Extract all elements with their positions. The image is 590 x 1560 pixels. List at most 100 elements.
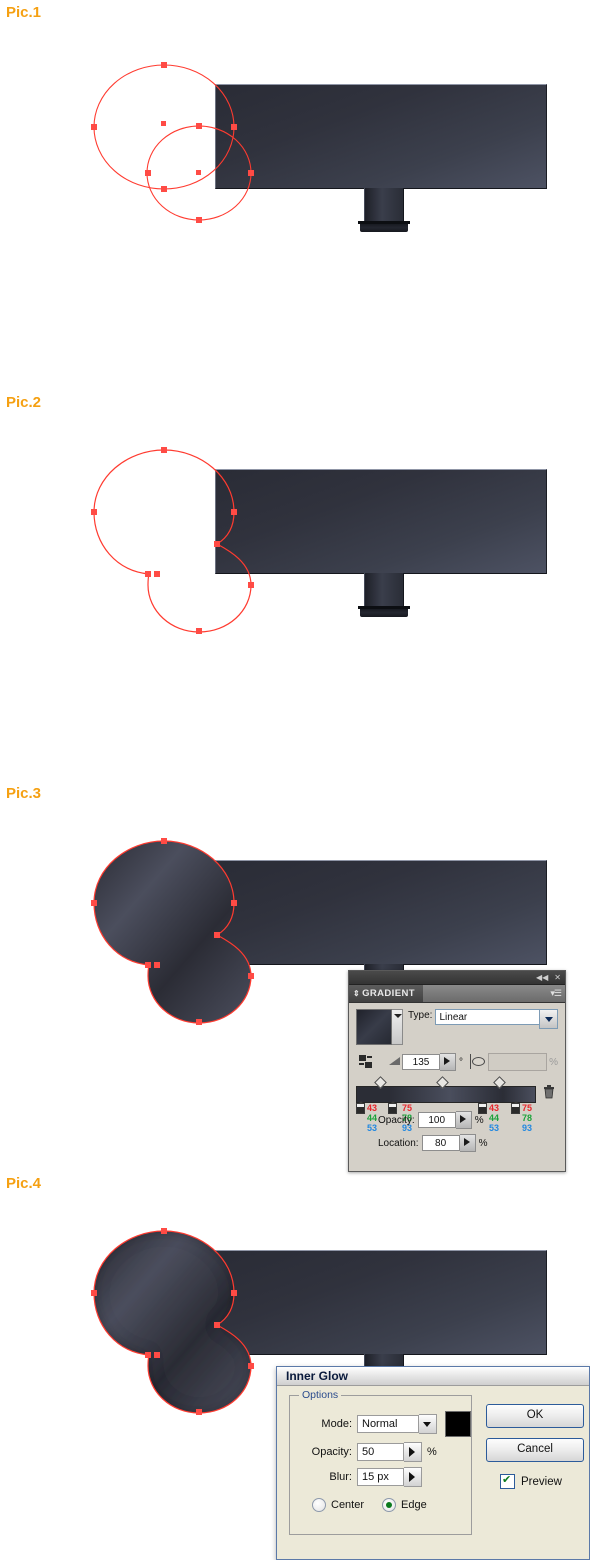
tabbar-filler: ▾☰ (422, 985, 565, 1002)
radio-edge-label: Edge (401, 1499, 427, 1511)
ok-button[interactable]: OK (486, 1404, 584, 1428)
aspect-ratio-input[interactable] (488, 1053, 548, 1071)
location-unit-label: % (478, 1137, 488, 1149)
stop-blue-value: 53 (489, 1123, 500, 1133)
stop-blue-value: 93 (522, 1123, 533, 1133)
collapse-icon[interactable]: ◀◀ (536, 973, 548, 982)
gradient-panel-titlebar[interactable]: ◀◀ ✕ (349, 971, 565, 985)
anchor-point[interactable] (248, 170, 254, 176)
anchor-point[interactable] (161, 186, 167, 192)
gradient-panel-body: Type: Linear 135 ° % 43 44 53 75 78 93 4… (349, 1003, 565, 1170)
anchor-point[interactable] (214, 541, 220, 547)
dialog-titlebar: Inner Glow (277, 1367, 589, 1386)
mode-label: Mode: (321, 1418, 352, 1430)
close-icon[interactable]: ✕ (554, 973, 561, 982)
anchor-point[interactable] (231, 509, 237, 515)
location-stepper-icon[interactable] (459, 1134, 476, 1152)
gradient-ramp[interactable] (356, 1086, 536, 1103)
chevron-down-icon[interactable] (419, 1414, 437, 1434)
blur-input[interactable]: 15 px (357, 1468, 404, 1486)
radio-center-label: Center (331, 1499, 365, 1511)
anchor-point[interactable] (196, 1409, 202, 1415)
delete-stop-icon[interactable] (542, 1084, 556, 1099)
location-label: Location: (378, 1137, 419, 1149)
reverse-gradient-icon[interactable] (359, 1054, 375, 1070)
anchor-point[interactable] (145, 1352, 151, 1358)
opacity-stepper-icon[interactable] (455, 1111, 472, 1129)
anchor-point[interactable] (161, 447, 167, 453)
anchor-point[interactable] (154, 1352, 160, 1358)
anchor-center-point[interactable] (196, 170, 201, 175)
opacity-input[interactable]: 50 (357, 1443, 404, 1461)
anchor-point[interactable] (231, 124, 237, 130)
anchor-point[interactable] (196, 1019, 202, 1025)
origin-radio-group: Center Edge (312, 1498, 471, 1512)
anchor-point[interactable] (161, 1228, 167, 1234)
gradient-stop[interactable] (356, 1101, 365, 1114)
inner-glow-dialog[interactable]: Inner Glow Options Mode: Normal Opacity:… (276, 1366, 590, 1560)
gradient-panel[interactable]: ◀◀ ✕ ⇕ GRADIENT ▾☰ Type: Linear 135 ° % … (348, 970, 566, 1172)
anchor-point[interactable] (161, 838, 167, 844)
angle-stepper-icon[interactable] (440, 1053, 456, 1071)
anchor-point[interactable] (248, 973, 254, 979)
panel-menu-icon[interactable]: ▾☰ (550, 988, 562, 999)
anchor-point[interactable] (214, 1322, 220, 1328)
glow-color-swatch[interactable] (445, 1411, 471, 1437)
radio-center[interactable]: Center (312, 1498, 364, 1512)
anchor-point[interactable] (145, 170, 151, 176)
aspect-unit-label: % (549, 1056, 558, 1068)
anchor-point[interactable] (248, 582, 254, 588)
united-path-outline[interactable] (93, 449, 252, 633)
opacity-unit-label: % (427, 1446, 437, 1458)
gradient-preset-dropdown-icon[interactable] (392, 1009, 403, 1045)
preview-label: Preview (521, 1475, 562, 1488)
anchor-point[interactable] (196, 217, 202, 223)
anchor-point[interactable] (248, 1363, 254, 1369)
options-legend: Options (299, 1389, 342, 1401)
anchor-point[interactable] (196, 123, 202, 129)
anchor-point[interactable] (91, 1290, 97, 1296)
anchor-point[interactable] (91, 900, 97, 906)
gradient-preview-swatch[interactable] (356, 1009, 392, 1045)
anchor-point[interactable] (231, 900, 237, 906)
opacity-unit-label: % (474, 1114, 484, 1126)
anchor-center-point[interactable] (161, 121, 166, 126)
blur-stepper-icon[interactable] (404, 1467, 422, 1487)
filled-path-with-inner-glow[interactable] (94, 1231, 251, 1413)
expand-collapse-icon: ⇕ (353, 989, 361, 998)
radio-edge[interactable]: Edge (382, 1498, 427, 1512)
anchor-point[interactable] (145, 962, 151, 968)
tab-gradient[interactable]: ⇕ GRADIENT (349, 985, 423, 1002)
opacity-stepper-icon[interactable] (404, 1442, 422, 1462)
checkbox-icon[interactable] (500, 1473, 515, 1489)
gradient-type-row: Type: Linear (356, 1009, 558, 1045)
cancel-button[interactable]: Cancel (486, 1438, 584, 1462)
pic-label-3: Pic.3 (6, 785, 42, 802)
gradient-stop[interactable] (511, 1101, 520, 1114)
stop-blue-value: 53 (367, 1123, 378, 1133)
anchor-point[interactable] (91, 124, 97, 130)
anchor-point[interactable] (91, 509, 97, 515)
mode-select[interactable]: Normal (357, 1415, 419, 1433)
gradient-type-select[interactable]: Linear (435, 1009, 540, 1025)
pic-label-1: Pic.1 (6, 4, 42, 21)
location-input[interactable]: 80 (421, 1135, 460, 1151)
gradient-angle-input[interactable]: 135 (402, 1054, 440, 1070)
anchor-point[interactable] (231, 1290, 237, 1296)
anchor-point[interactable] (145, 571, 151, 577)
anchor-point[interactable] (154, 962, 160, 968)
opacity-input[interactable]: 100 (417, 1112, 456, 1128)
filled-gradient-path[interactable] (93, 840, 252, 1024)
anchor-point[interactable] (214, 932, 220, 938)
ellipse-path-large[interactable] (93, 64, 235, 190)
pic-label-4: Pic.4 (6, 1175, 42, 1192)
preview-checkbox-row[interactable]: Preview (500, 1473, 584, 1489)
chevron-down-icon[interactable] (539, 1009, 558, 1029)
blur-row: Blur: 15 px (290, 1467, 471, 1487)
stop-green-value: 78 (522, 1113, 533, 1123)
stop-red-value: 43 (367, 1103, 378, 1113)
anchor-point[interactable] (154, 571, 160, 577)
anchor-point[interactable] (196, 628, 202, 634)
anchor-point[interactable] (161, 62, 167, 68)
dialog-body: Options Mode: Normal Opacity: 50 % Blur:… (277, 1386, 589, 1543)
